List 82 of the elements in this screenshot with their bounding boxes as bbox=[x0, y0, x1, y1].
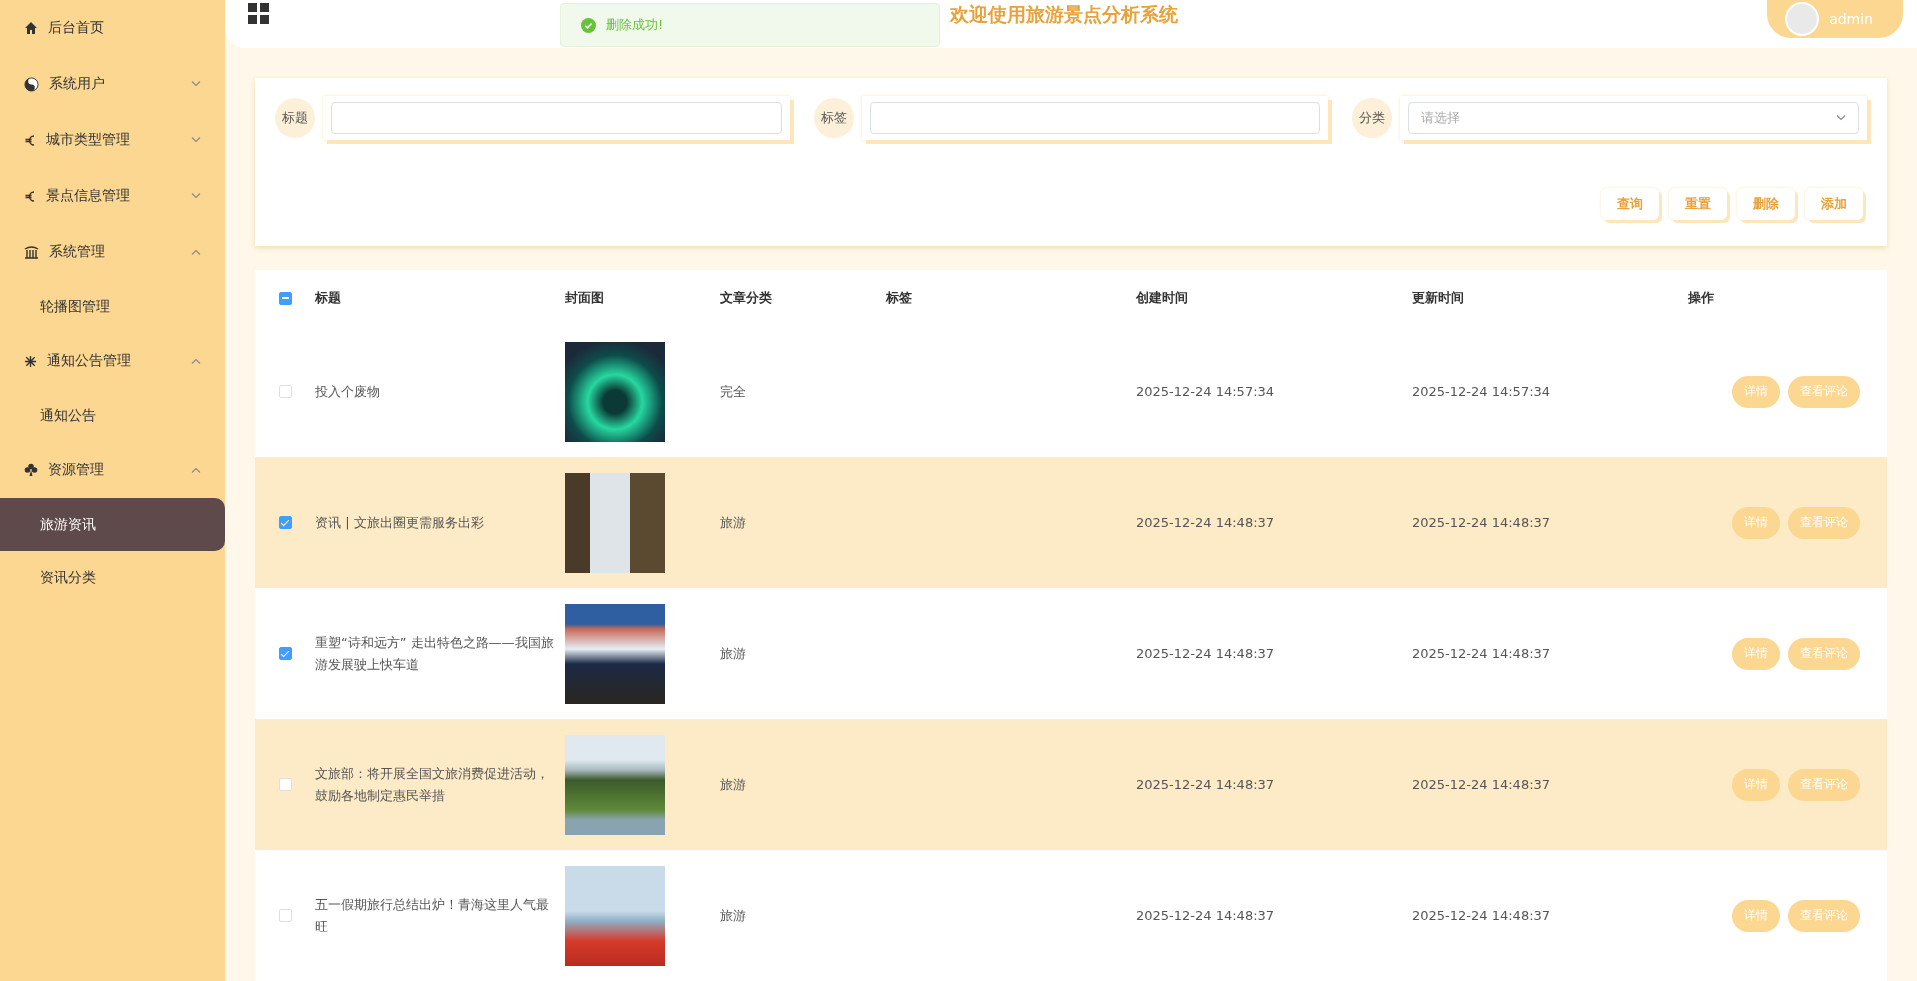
input-field[interactable] bbox=[869, 102, 1321, 134]
toast-message: 删除成功! bbox=[606, 16, 664, 34]
field-label: 标签 bbox=[813, 98, 854, 138]
sidebar-subitem[interactable]: 资讯分类 bbox=[0, 551, 225, 604]
column-header: 封面图 bbox=[565, 289, 605, 307]
table-cell-text: 投入个废物 bbox=[315, 382, 381, 401]
chevron-icon bbox=[191, 137, 201, 143]
sidebar-subitem[interactable]: 轮播图管理 bbox=[0, 280, 225, 333]
row-action-button[interactable]: 详情 bbox=[1732, 506, 1780, 539]
column-header: 操作 bbox=[1688, 289, 1715, 307]
columns-icon bbox=[24, 245, 39, 259]
table-cell-text: 2025-12-24 14:48:37 bbox=[1412, 777, 1552, 792]
table-cell-text: 旅游 bbox=[720, 644, 747, 663]
field-label: 分类 bbox=[1352, 98, 1393, 138]
table-cell-text: 旅游 bbox=[720, 906, 747, 925]
column-header: 标签 bbox=[886, 289, 913, 307]
table-cell-text: 文旅部：将开展全国文旅消费促进活动，鼓励各地制定惠民举措 bbox=[315, 764, 550, 805]
avatar bbox=[1785, 2, 1820, 36]
asterisk-icon bbox=[24, 354, 37, 368]
chevron-icon bbox=[191, 193, 201, 199]
sidebar-item[interactable]: 通知公告管理 bbox=[0, 333, 225, 389]
action-button[interactable]: 重置 bbox=[1669, 188, 1727, 220]
table-cell-text: 2025-12-24 14:48:37 bbox=[1412, 908, 1552, 923]
table-cell-text: 2025-12-24 14:48:37 bbox=[1136, 646, 1276, 661]
sidebar-subitem[interactable]: 通知公告 bbox=[0, 389, 225, 442]
welcome-title: 欢迎使用旅游景点分析系统 bbox=[950, 2, 1178, 27]
action-button[interactable]: 删除 bbox=[1737, 188, 1795, 220]
chevron-icon bbox=[191, 81, 201, 87]
euro-icon bbox=[24, 132, 36, 148]
sidebar-item[interactable]: 系统管理 bbox=[0, 224, 225, 280]
row-action-button[interactable]: 详情 bbox=[1732, 899, 1780, 932]
column-header: 创建时间 bbox=[1136, 289, 1189, 307]
user-menu[interactable]: admin bbox=[1767, 0, 1903, 38]
home-icon bbox=[24, 21, 38, 35]
column-header: 文章分类 bbox=[720, 289, 773, 307]
table-cell-text: 完全 bbox=[720, 382, 747, 401]
euro-icon bbox=[24, 188, 36, 204]
row-checkbox[interactable] bbox=[278, 647, 292, 660]
column-header: 更新时间 bbox=[1412, 289, 1465, 307]
menu-icon[interactable] bbox=[248, 3, 270, 25]
row-action-button[interactable]: 查看评论 bbox=[1788, 506, 1860, 539]
table-cell-text: 五一假期旅行总结出炉！青海这里人气最旺 bbox=[315, 895, 550, 936]
column-header: 标题 bbox=[315, 289, 342, 307]
sidebar-item[interactable]: 城市类型管理 bbox=[0, 112, 225, 168]
table-cell-text: 2025-12-24 14:48:37 bbox=[1136, 777, 1276, 792]
table-cell-text: 2025-12-24 14:57:34 bbox=[1412, 384, 1552, 399]
table-cell-text: 2025-12-24 14:48:37 bbox=[1136, 908, 1276, 923]
sidebar-subitem[interactable]: 旅游资讯 bbox=[0, 498, 225, 551]
row-action-button[interactable]: 详情 bbox=[1732, 637, 1780, 670]
chevron-icon bbox=[191, 249, 201, 255]
action-button[interactable]: 添加 bbox=[1805, 188, 1863, 220]
chevron-icon bbox=[191, 467, 201, 473]
yin-yang-icon bbox=[24, 76, 39, 92]
chevron-icon bbox=[1836, 115, 1846, 121]
clover-icon bbox=[24, 463, 38, 477]
sidebar-item[interactable]: 后台首页 bbox=[0, 0, 225, 56]
select-field[interactable]: 请选择 bbox=[1408, 102, 1859, 134]
sidebar-item[interactable]: 系统用户 bbox=[0, 56, 225, 112]
table-cell-text: 2025-12-24 14:48:37 bbox=[1412, 515, 1552, 530]
table-cell-text: 旅游 bbox=[720, 513, 747, 532]
table-cell-text: 2025-12-24 14:57:34 bbox=[1136, 384, 1276, 399]
success-icon bbox=[581, 17, 596, 33]
row-action-button[interactable]: 查看评论 bbox=[1788, 768, 1860, 801]
row-action-button[interactable]: 查看评论 bbox=[1788, 375, 1860, 408]
sidebar-item[interactable]: 景点信息管理 bbox=[0, 168, 225, 224]
row-checkbox[interactable] bbox=[278, 516, 292, 529]
table-cell-text: 资讯 | 文旅出圈更需服务出彩 bbox=[315, 513, 485, 532]
table-cell-text: 旅游 bbox=[720, 775, 747, 794]
select-all-checkbox[interactable] bbox=[278, 291, 292, 305]
input-field[interactable] bbox=[331, 102, 782, 134]
table-cell-text: 2025-12-24 14:48:37 bbox=[1412, 646, 1552, 661]
user-name: admin bbox=[1829, 11, 1873, 27]
table-cell-text: 重塑“诗和远方” 走出特色之路——我国旅游发展驶上快车道 bbox=[315, 633, 555, 674]
sidebar-item[interactable]: 资源管理 bbox=[0, 442, 225, 498]
chevron-icon bbox=[191, 358, 201, 364]
row-action-button[interactable]: 查看评论 bbox=[1788, 899, 1860, 932]
field-label: 标题 bbox=[275, 98, 315, 138]
action-button[interactable]: 查询 bbox=[1601, 188, 1659, 220]
row-action-button[interactable]: 详情 bbox=[1732, 375, 1780, 408]
table-cell-text: 2025-12-24 14:48:37 bbox=[1136, 515, 1276, 530]
row-action-button[interactable]: 详情 bbox=[1732, 768, 1780, 801]
row-action-button[interactable]: 查看评论 bbox=[1788, 637, 1860, 670]
